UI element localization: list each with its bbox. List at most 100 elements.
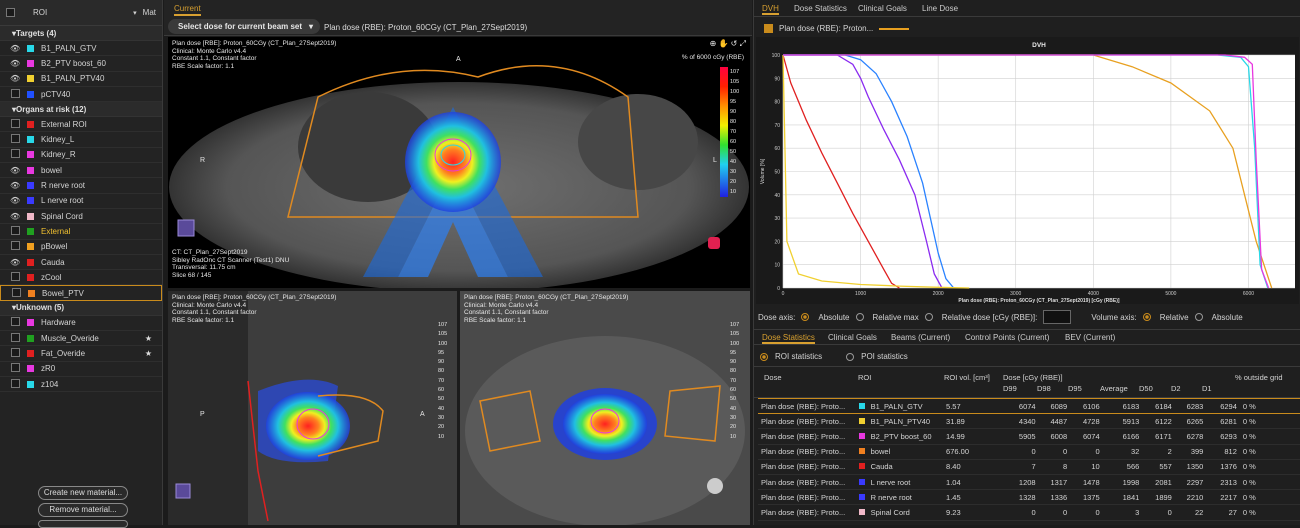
dose-relmax-radio[interactable] bbox=[855, 313, 864, 321]
coronal-view[interactable]: Plan dose [RBE]: Proton_60CGy (CT_Plan_2… bbox=[460, 291, 750, 525]
visibility-checkbox[interactable] bbox=[10, 363, 20, 374]
visibility-checkbox[interactable] bbox=[10, 149, 20, 160]
volume-relative-radio[interactable] bbox=[1142, 313, 1151, 321]
col-d95[interactable]: D95 bbox=[1068, 384, 1082, 393]
roi-row[interactable]: External bbox=[0, 224, 162, 240]
table-row[interactable]: Plan dose (RBE): Proto... bowel 676.00 0 0 0 3… bbox=[758, 444, 1300, 460]
create-material-button[interactable]: Create new material... bbox=[38, 486, 128, 500]
eye-icon[interactable]: 👁 bbox=[10, 44, 20, 53]
table-row[interactable]: Plan dose (RBE): Proto... R nerve root 1.4… bbox=[758, 489, 1300, 506]
roi-row[interactable]: Hardware bbox=[0, 316, 162, 332]
dose-absolute-radio[interactable] bbox=[801, 313, 810, 321]
select-all-checkbox[interactable] bbox=[6, 8, 15, 17]
roi-row[interactable]: Muscle_Overide ★ bbox=[0, 331, 162, 347]
eye-icon[interactable]: 👁 bbox=[10, 212, 20, 221]
roi-row[interactable]: pBowel bbox=[0, 240, 162, 255]
tab-clinical-goals-2[interactable]: Clinical Goals bbox=[828, 333, 877, 342]
visibility-checkbox[interactable] bbox=[10, 317, 20, 328]
roi-row[interactable]: pCTV40 bbox=[0, 87, 162, 103]
tab-clinical-goals[interactable]: Clinical Goals bbox=[858, 4, 907, 13]
view-toolbar-icons[interactable]: ⊕ ✋ ↺ ⤢ bbox=[710, 40, 746, 48]
tab-control-points[interactable]: Control Points (Current) bbox=[965, 333, 1049, 342]
table-row[interactable]: Plan dose (RBE): Proto... L nerve root 1.0… bbox=[758, 474, 1300, 491]
table-cell-d98: 4487 bbox=[1038, 413, 1071, 430]
sort-dropdown-icon[interactable]: ▾ bbox=[133, 9, 137, 17]
table-row[interactable]: Plan dose (RBE): Proto... Spinal Cord 9.23… bbox=[758, 504, 1300, 521]
roi-row[interactable]: 👁 Spinal Cord bbox=[0, 209, 162, 225]
roi-row[interactable]: 👁 B1_PALN_PTV40 bbox=[0, 72, 162, 87]
roi-row[interactable]: Fat_Overide ★ bbox=[0, 346, 162, 362]
visibility-checkbox[interactable] bbox=[10, 378, 20, 390]
table-row[interactable]: Plan dose (RBE): Proto... B1_PALN_GTV 5.57… bbox=[758, 397, 1300, 415]
col-d99[interactable]: D99 bbox=[1003, 384, 1017, 393]
table-row[interactable]: Plan dose (RBE): Proto... Cauda 8.40 7 8 10 56… bbox=[758, 459, 1300, 475]
tab-dvh[interactable]: DVH bbox=[762, 4, 779, 15]
roi-color-swatch bbox=[27, 243, 34, 251]
roi-row[interactable]: z104 bbox=[0, 377, 162, 393]
tab-bev[interactable]: BEV (Current) bbox=[1065, 333, 1115, 342]
tab-current[interactable]: Current bbox=[174, 4, 201, 16]
visibility-checkbox[interactable] bbox=[11, 287, 21, 299]
visibility-checkbox[interactable] bbox=[10, 118, 20, 130]
table-cell-d99: 0 bbox=[1004, 444, 1039, 460]
cell-text: 1841 bbox=[1122, 492, 1140, 502]
col-dose[interactable]: Dose bbox=[764, 373, 782, 382]
eye-icon[interactable]: 👁 bbox=[10, 59, 20, 68]
tab-line-dose[interactable]: Line Dose bbox=[922, 4, 958, 13]
beamset-dose-dropdown[interactable]: Select dose for current beam set ▾ bbox=[168, 19, 320, 34]
roi-row[interactable]: 👁 L nerve root bbox=[0, 194, 162, 209]
roi-row[interactable]: zR0 bbox=[0, 362, 162, 377]
col-d2[interactable]: D2 bbox=[1171, 384, 1181, 393]
visibility-checkbox[interactable] bbox=[10, 271, 20, 283]
col-d1[interactable]: D1 bbox=[1202, 384, 1212, 393]
visibility-checkbox[interactable] bbox=[10, 134, 20, 145]
table-row[interactable]: Plan dose (RBE): Proto... B2_PTV boost_60… bbox=[758, 428, 1300, 445]
roi-group-header[interactable]: ▾ Unknown (5) bbox=[0, 300, 162, 316]
visibility-checkbox[interactable] bbox=[10, 241, 20, 252]
roi-row[interactable]: 👁 bowel bbox=[0, 163, 162, 179]
roi-row[interactable]: 👁 B1_PALN_GTV bbox=[0, 41, 162, 57]
eye-icon[interactable]: 👁 bbox=[10, 258, 20, 267]
dvh-series-checkbox[interactable] bbox=[764, 24, 773, 33]
roi-group-header[interactable]: ▾ Targets (4) bbox=[0, 26, 162, 41]
roi-statistics-radio[interactable] bbox=[760, 352, 768, 361]
col-outside-grid[interactable]: % outside grid bbox=[1235, 373, 1283, 382]
roi-row[interactable]: 👁 B2_PTV boost_60 bbox=[0, 56, 162, 72]
col-roi[interactable]: ROI bbox=[858, 373, 871, 382]
dose-reldose-radio[interactable] bbox=[924, 313, 933, 321]
col-average[interactable]: Average bbox=[1100, 384, 1128, 393]
visibility-checkbox[interactable] bbox=[10, 225, 20, 237]
remove-material-button[interactable]: Remove material... bbox=[38, 503, 128, 517]
extra-material-button[interactable] bbox=[38, 520, 128, 528]
roi-column-header[interactable]: ROI bbox=[33, 8, 47, 17]
eye-icon[interactable]: 👁 bbox=[10, 166, 20, 175]
poi-statistics-radio[interactable] bbox=[846, 352, 855, 361]
sagittal-view[interactable]: Plan dose [RBE]: Proton_60CGy (CT_Plan_2… bbox=[168, 291, 457, 525]
visibility-checkbox[interactable] bbox=[10, 332, 20, 344]
tab-dose-statistics-2[interactable]: Dose Statistics bbox=[762, 333, 815, 344]
col-roi-vol[interactable]: ROI vol. [cm³] bbox=[944, 373, 990, 382]
col-d98[interactable]: D98 bbox=[1037, 384, 1051, 393]
relative-dose-input[interactable] bbox=[1043, 310, 1072, 324]
tab-dose-statistics[interactable]: Dose Statistics bbox=[794, 4, 847, 13]
roi-row[interactable]: Bowel_PTV bbox=[0, 285, 162, 301]
roi-row[interactable]: 👁 Cauda bbox=[0, 255, 162, 271]
table-row[interactable]: Plan dose (RBE): Proto... B1_PALN_PTV40 31… bbox=[758, 413, 1300, 430]
dvh-chart[interactable]: 01020304050607080901000 1000 2000 3000 4000 5… bbox=[756, 37, 1299, 304]
roi-row[interactable]: Kidney_L bbox=[0, 132, 162, 148]
volume-absolute-radio[interactable] bbox=[1194, 313, 1203, 321]
roi-group-header[interactable]: ▾ Organs at risk (12) bbox=[0, 102, 162, 118]
roi-row[interactable]: External ROI bbox=[0, 117, 162, 133]
visibility-checkbox[interactable] bbox=[10, 347, 20, 359]
eye-icon[interactable]: 👁 bbox=[10, 196, 20, 205]
tab-beams[interactable]: Beams (Current) bbox=[891, 333, 950, 342]
eye-icon[interactable]: 👁 bbox=[10, 74, 20, 83]
col-d50[interactable]: D50 bbox=[1139, 384, 1153, 393]
roi-row[interactable]: 👁 R nerve root bbox=[0, 178, 162, 194]
eye-icon[interactable]: 👁 bbox=[10, 181, 20, 190]
transversal-view[interactable]: Plan dose [RBE]: Proton_60CGy (CT_Plan_2… bbox=[168, 37, 750, 288]
roi-row[interactable]: Kidney_R bbox=[0, 148, 162, 164]
roi-row[interactable]: zCool bbox=[0, 270, 162, 286]
material-column-header[interactable]: Mat bbox=[143, 8, 156, 17]
visibility-checkbox[interactable] bbox=[10, 88, 20, 100]
